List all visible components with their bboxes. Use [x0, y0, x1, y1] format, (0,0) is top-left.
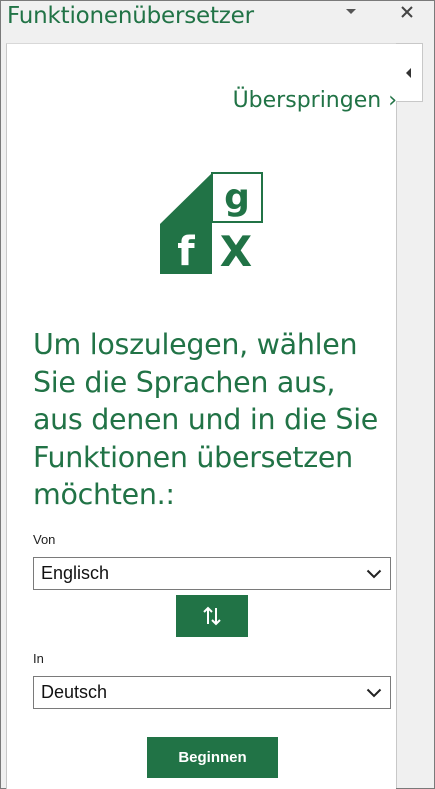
- close-icon[interactable]: [399, 4, 415, 20]
- pane-options-icon[interactable]: [344, 5, 358, 19]
- collapse-arrow-icon: [406, 67, 411, 78]
- logo-letter-x: X: [220, 227, 252, 276]
- logo-letter-f: f: [177, 229, 195, 275]
- side-rail: [396, 43, 434, 788]
- to-language-select[interactable]: Deutsch: [33, 676, 391, 709]
- logo-letter-g: g: [224, 177, 250, 218]
- collapse-tab[interactable]: [396, 43, 423, 102]
- skip-link[interactable]: Überspringen ›: [233, 88, 396, 113]
- from-language-value: Englisch: [41, 563, 110, 583]
- to-label: In: [33, 651, 44, 666]
- swap-icon: [203, 606, 221, 626]
- to-language-value: Deutsch: [41, 682, 108, 702]
- pane-title: Funktionenübersetzer: [7, 3, 254, 29]
- start-button[interactable]: Beginnen: [147, 737, 278, 778]
- pane-content: Überspringen › g f X Um loszulegen, wähl…: [6, 43, 396, 789]
- chevron-down-icon: [366, 569, 382, 578]
- from-label: Von: [33, 532, 56, 547]
- swap-languages-button[interactable]: [176, 595, 248, 637]
- task-pane: Funktionenübersetzer Überspringen › g f …: [0, 0, 435, 789]
- chevron-down-icon: [366, 688, 382, 697]
- from-language-select[interactable]: Englisch: [33, 557, 391, 590]
- function-translator-logo: g f X: [160, 171, 264, 281]
- intro-text: Um loszulegen, wählen Sie die Sprachen a…: [33, 328, 379, 511]
